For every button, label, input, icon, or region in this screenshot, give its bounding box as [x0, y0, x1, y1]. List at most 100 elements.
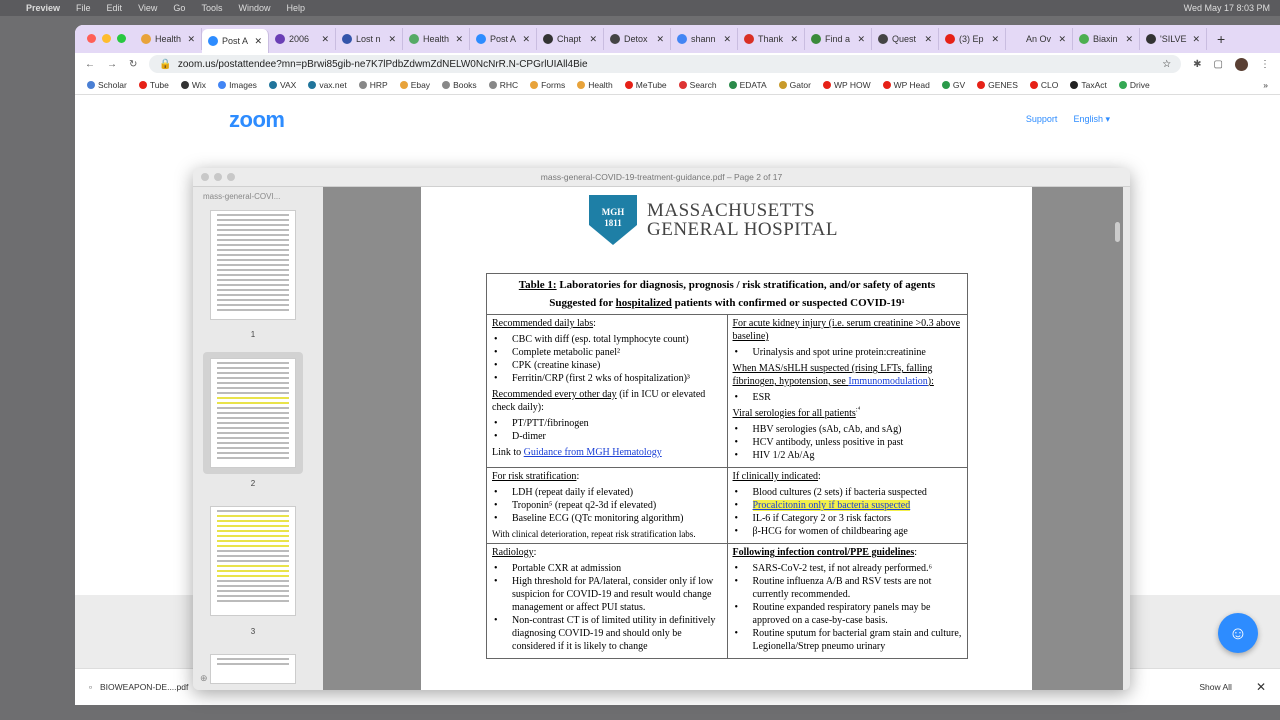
tab[interactable]: 'SILVE ✕ — [1140, 28, 1207, 50]
hematology-guidance-link[interactable]: Guidance from MGH Hematology — [524, 447, 662, 458]
bookmark[interactable]: vax.net — [308, 80, 347, 90]
bookmark[interactable]: Ebay — [399, 80, 430, 90]
download-item[interactable]: BIOWEAPON-DE....pdf — [100, 682, 188, 692]
page-thumbnail-1[interactable] — [210, 210, 296, 320]
tab[interactable]: Lost n ✕ — [336, 28, 403, 50]
bookmark[interactable]: Books — [442, 80, 477, 90]
address-bar[interactable]: 🔒 zoom.us/postattendee?mn=pBrwi85gib-ne7K… — [149, 55, 1182, 73]
preview-zoom-button[interactable] — [227, 173, 235, 181]
support-chat-button[interactable]: ☺ — [1218, 613, 1258, 653]
menu-go[interactable]: Go — [173, 3, 185, 13]
close-tab-icon[interactable]: ✕ — [723, 34, 731, 45]
menu-help[interactable]: Help — [286, 3, 305, 13]
document-view[interactable]: MGH 1811 MASSACHUSETTS GENERAL HOSPITAL Ta… — [323, 187, 1123, 690]
tab[interactable]: Detox ✕ — [604, 28, 671, 50]
close-tab-icon[interactable]: ✕ — [1192, 34, 1200, 45]
close-tab-icon[interactable]: ✕ — [187, 34, 195, 45]
bookmark[interactable]: Drive — [1118, 80, 1150, 90]
more-bookmarks-icon[interactable]: » — [1263, 80, 1268, 90]
immunomodulation-link[interactable]: Immunomodulation — [848, 376, 927, 387]
bookmark[interactable]: GENES — [977, 80, 1018, 90]
menu-window[interactable]: Window — [238, 3, 270, 13]
bookmark[interactable]: WP Head — [882, 80, 930, 90]
page-thumbnail-4[interactable] — [210, 654, 296, 684]
profile-avatar[interactable] — [1235, 57, 1248, 71]
tab[interactable]: Post A ✕ — [470, 28, 537, 50]
close-window-button[interactable] — [87, 34, 96, 43]
language-select[interactable]: English ▾ — [1073, 114, 1110, 125]
bookmark[interactable]: EDATA — [728, 80, 767, 90]
minimize-window-button[interactable] — [102, 34, 111, 43]
tab[interactable]: (3) Ep ✕ — [939, 28, 1006, 50]
favicon-icon — [744, 34, 754, 44]
menu-view[interactable]: View — [138, 3, 157, 13]
tab[interactable]: Thank ✕ — [738, 28, 805, 50]
zoom-logo[interactable]: zoom — [229, 107, 285, 133]
bookmark[interactable]: WP HOW — [822, 80, 871, 90]
highlighted-procalcitonin-link[interactable]: Procalcitonin only if bacteria suspected — [752, 500, 911, 511]
bookmark[interactable]: VAX — [268, 80, 296, 90]
tab[interactable]: Chapt ✕ — [537, 28, 604, 50]
tab[interactable]: Quest ✕ — [872, 28, 939, 50]
tab[interactable]: Biaxin ✕ — [1073, 28, 1140, 50]
close-tab-icon[interactable]: ✕ — [589, 34, 597, 45]
back-icon[interactable]: ← — [85, 59, 95, 70]
close-tab-icon[interactable]: ✕ — [1125, 34, 1133, 45]
star-icon[interactable]: ☆ — [1162, 59, 1171, 70]
tab[interactable]: 2006 ✕ — [269, 28, 336, 50]
bookmark[interactable]: Health — [577, 80, 613, 90]
tab[interactable]: Health ✕ — [403, 28, 470, 50]
close-tab-icon[interactable]: ✕ — [924, 34, 932, 45]
tab[interactable]: An Ov ✕ — [1006, 28, 1073, 50]
close-tab-icon[interactable]: ✕ — [1058, 34, 1066, 45]
bookmark[interactable]: Tube — [138, 80, 169, 90]
close-tab-icon[interactable]: ✕ — [991, 34, 999, 45]
page-thumbnail-3[interactable] — [210, 506, 296, 616]
tab[interactable]: Post A ✕ — [202, 29, 269, 53]
bookmark[interactable]: Gator — [778, 80, 811, 90]
extensions-icon[interactable]: ✱ — [1193, 59, 1201, 70]
forward-icon[interactable]: → — [107, 59, 117, 70]
close-tab-icon[interactable]: ✕ — [790, 34, 798, 45]
menu-edit[interactable]: Edit — [107, 3, 123, 13]
bookmark[interactable]: Search — [678, 80, 717, 90]
clock[interactable]: Wed May 17 8:03 PM — [1184, 3, 1270, 13]
tab[interactable]: Health ✕ — [135, 28, 202, 50]
menu-file[interactable]: File — [76, 3, 91, 13]
scrollbar-thumb[interactable] — [1115, 222, 1120, 242]
close-tab-icon[interactable]: ✕ — [321, 34, 329, 45]
bookmark[interactable]: Wix — [180, 80, 206, 90]
new-tab-button[interactable]: + — [1217, 31, 1225, 47]
support-link[interactable]: Support — [1026, 114, 1058, 125]
bookmark-icon — [138, 80, 147, 89]
close-tab-icon[interactable]: ✕ — [656, 34, 664, 45]
zoom-window-button[interactable] — [117, 34, 126, 43]
page-thumbnail-2[interactable] — [210, 358, 296, 468]
bookmark[interactable]: Scholar — [87, 80, 127, 90]
bookmark[interactable]: MeTube — [624, 80, 667, 90]
bookmark[interactable]: CLO — [1029, 80, 1058, 90]
preview-close-button[interactable] — [201, 173, 209, 181]
bookmark[interactable]: GV — [941, 80, 965, 90]
reload-icon[interactable]: ↻ — [129, 59, 137, 70]
close-tab-icon[interactable]: ✕ — [254, 36, 262, 47]
tab[interactable]: Find a ✕ — [805, 28, 872, 50]
preview-minimize-button[interactable] — [214, 173, 222, 181]
menu-app[interactable]: Preview — [26, 3, 60, 13]
close-tab-icon[interactable]: ✕ — [522, 34, 530, 45]
sidepanel-icon[interactable]: ▢ — [1214, 59, 1223, 70]
more-menu-icon[interactable]: ⋮ — [1260, 59, 1270, 70]
show-all-button[interactable]: Show All — [1199, 682, 1232, 692]
bookmark[interactable]: Forms — [530, 80, 565, 90]
bookmark[interactable]: TaxAct — [1070, 80, 1107, 90]
bookmark[interactable]: RHC — [488, 80, 518, 90]
close-downloads-icon[interactable]: ✕ — [1256, 680, 1266, 694]
tab[interactable]: shann ✕ — [671, 28, 738, 50]
bookmark[interactable]: Images — [218, 80, 257, 90]
add-page-icon[interactable]: ⊕ — [200, 673, 208, 684]
close-tab-icon[interactable]: ✕ — [857, 34, 865, 45]
menu-tools[interactable]: Tools — [201, 3, 222, 13]
close-tab-icon[interactable]: ✕ — [388, 34, 396, 45]
bookmark[interactable]: HRP — [358, 80, 388, 90]
close-tab-icon[interactable]: ✕ — [455, 34, 463, 45]
